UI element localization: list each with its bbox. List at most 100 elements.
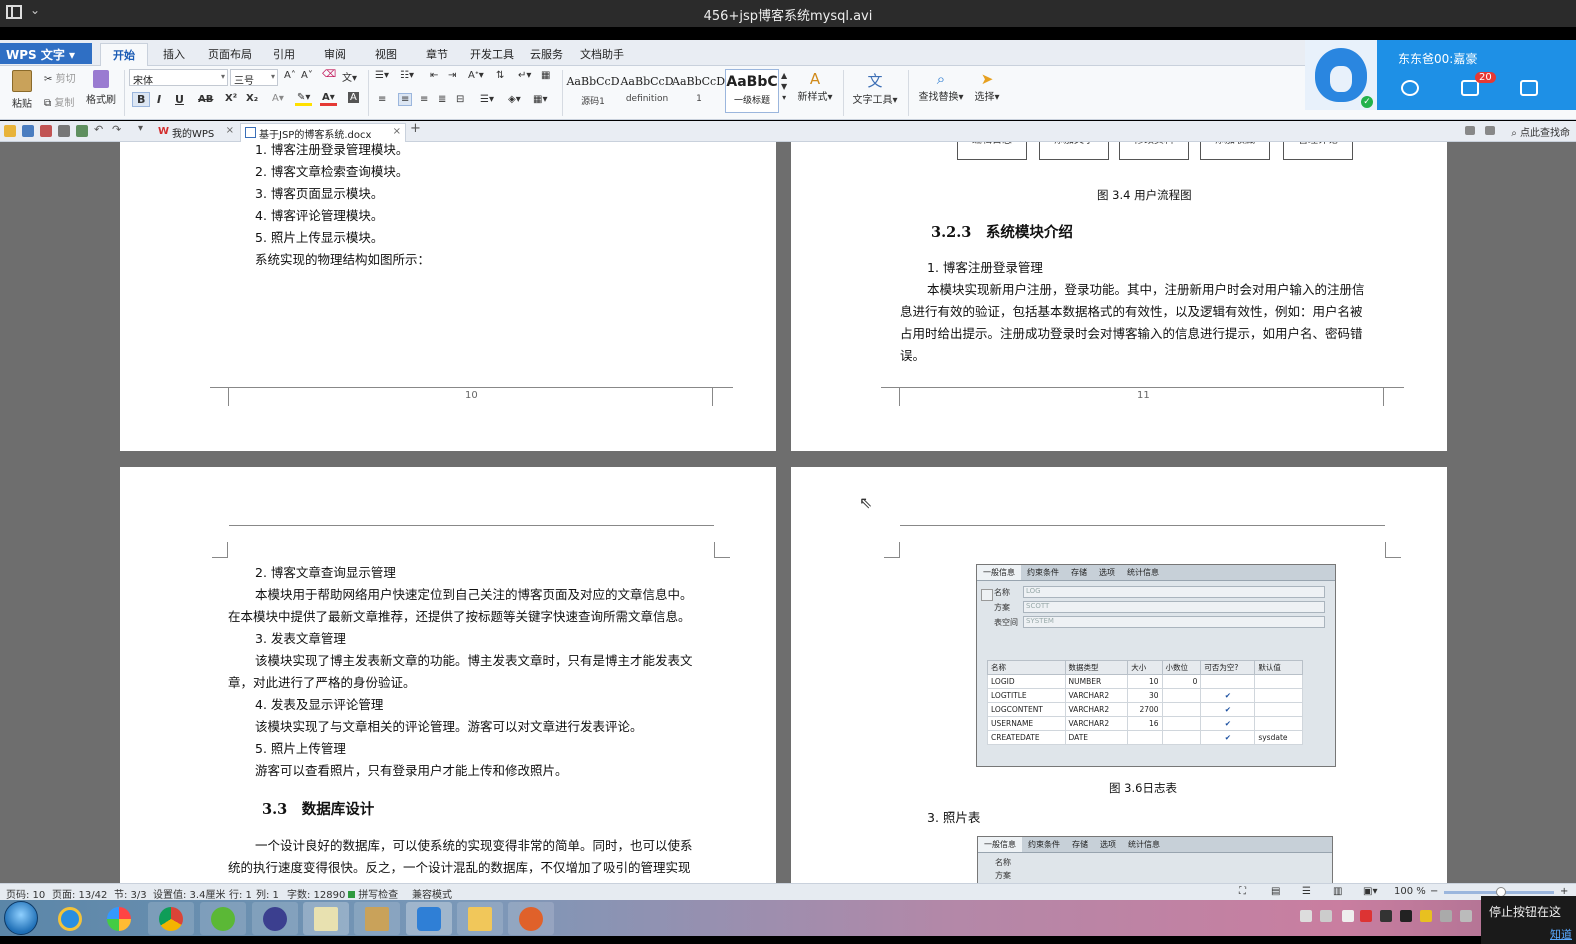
line-spacing-icon[interactable]: ☰▾ — [480, 94, 494, 105]
increase-indent-icon[interactable]: ⇥ — [448, 70, 456, 81]
align-left-icon[interactable]: ≡ — [378, 94, 386, 105]
font-name-select[interactable]: 宋体 ▾ — [129, 69, 228, 87]
tab-cloud[interactable]: 云服务 — [530, 46, 563, 62]
copy-button[interactable]: ⧉ 复制 — [44, 94, 74, 109]
pen-icon[interactable] — [1320, 910, 1332, 922]
volume-icon[interactable] — [1460, 910, 1472, 922]
status-word-count[interactable]: 字数: 12890 — [287, 886, 345, 901]
close-icon[interactable]: × — [226, 125, 234, 136]
distribute-icon[interactable]: ⊟ — [456, 94, 464, 105]
page-view-icon[interactable]: ▤ — [1271, 886, 1280, 897]
strikethrough-button[interactable]: AB — [198, 94, 213, 105]
clock-icon[interactable] — [1401, 80, 1419, 96]
justify-icon[interactable]: ≣ — [438, 94, 446, 105]
align-right-icon[interactable]: ≡ — [420, 94, 428, 105]
font-color-icon[interactable]: A▾ — [320, 92, 337, 106]
taskbar-explorer[interactable] — [457, 902, 503, 935]
page-10[interactable]: 1. 博客注册登录管理模块。 2. 博客文章检索查询模块。 3. 博客页面显示模… — [120, 142, 776, 451]
mic-icon[interactable] — [1342, 910, 1354, 922]
grow-font-icon[interactable]: A˄ — [284, 70, 296, 81]
taskbar-editor[interactable] — [200, 902, 246, 935]
qq-icon[interactable] — [1380, 910, 1392, 922]
decrease-indent-icon[interactable]: ⇤ — [430, 70, 438, 81]
print-preview-icon[interactable] — [76, 125, 88, 137]
outline-view-icon[interactable]: ☰ — [1302, 886, 1311, 897]
text-direction-icon[interactable]: Aᐩ▾ — [468, 70, 484, 81]
taskbar-chrome[interactable] — [148, 902, 194, 935]
taskbar-eclipse[interactable] — [252, 902, 298, 935]
shrink-font-icon[interactable]: A˅ — [301, 70, 313, 81]
new-tab-icon[interactable]: + — [410, 121, 422, 136]
open-folder-icon[interactable] — [4, 125, 16, 137]
doc-tab-blog-system[interactable]: 基于JSP的博客系统.docx × — [240, 123, 406, 142]
page-13[interactable]: 一般信息 约束条件 存储 选项 统计信息 名称 LOG 方案 SCOTT 表空间 SYS… — [791, 467, 1447, 883]
calendar-icon[interactable] — [1520, 80, 1538, 96]
page-12[interactable]: 2. 博客文章查询显示管理 本模块用于帮助网络用户快速定位到自己关注的博客页面及… — [120, 467, 776, 883]
skin-icon[interactable] — [1485, 126, 1495, 135]
shading-icon[interactable]: ◈▾ — [508, 94, 521, 105]
mail-icon[interactable] — [1461, 80, 1479, 96]
borders-icon[interactable]: ▦▾ — [533, 94, 547, 105]
align-center-icon[interactable]: ≡ — [398, 93, 413, 106]
taskbar-wps[interactable] — [406, 902, 452, 935]
full-screen-icon[interactable]: ⛶ — [1239, 886, 1246, 897]
numbered-list-icon[interactable]: ☷▾ — [400, 70, 414, 81]
spell-check-toggle[interactable]: 拼写检查 — [348, 886, 398, 901]
web-view-icon[interactable]: ▥ — [1333, 886, 1342, 897]
save-icon[interactable] — [22, 125, 34, 137]
bold-button[interactable]: B — [132, 92, 151, 107]
doc-tab-mywps[interactable]: W 我的WPS × — [154, 123, 238, 142]
tab-chapter[interactable]: 章节 — [426, 46, 448, 62]
bullet-list-icon[interactable]: ☰▾ — [375, 70, 389, 81]
cut-button[interactable]: ✂ 剪切 — [44, 70, 76, 85]
print-icon[interactable] — [58, 125, 70, 137]
find-replace-button[interactable]: ⌕ 查找替换▾ — [916, 70, 966, 103]
redo-icon[interactable]: ↷ — [112, 123, 124, 136]
reading-view-icon[interactable]: ▣▾ — [1363, 886, 1377, 897]
table-icon[interactable]: ▦ — [541, 70, 550, 81]
style-scroll-icon[interactable]: ▲ ▼ ▾ — [781, 70, 787, 103]
tab-insert[interactable]: 插入 — [163, 46, 185, 62]
close-icon[interactable]: × — [393, 126, 401, 137]
phonetic-icon[interactable]: 文▾ — [342, 69, 357, 84]
text-effect-icon[interactable]: A▾ — [272, 93, 284, 104]
security-icon[interactable] — [1360, 910, 1372, 922]
undo-icon[interactable]: ↶ — [94, 123, 106, 136]
network-icon[interactable] — [1440, 910, 1452, 922]
style-source1[interactable]: AaBbCcD 源码1 — [566, 69, 620, 113]
tab-doc-assistant[interactable]: 文档助手 — [580, 46, 624, 62]
select-button[interactable]: ➤ 选择▾ — [972, 70, 1002, 103]
taskbar-ie[interactable] — [47, 902, 93, 935]
qq-icon-2[interactable] — [1400, 910, 1412, 922]
new-style-button[interactable]: A 新样式▾ — [795, 70, 835, 103]
char-shading-icon[interactable]: A — [348, 92, 359, 103]
style-definition[interactable]: AaBbCcD definition — [620, 69, 674, 113]
zoom-slider[interactable] — [1444, 887, 1554, 897]
export-pdf-icon[interactable] — [40, 125, 52, 137]
app-tray-icon[interactable] — [1420, 910, 1432, 922]
format-painter-button[interactable]: 格式刷 — [86, 70, 116, 106]
document-canvas[interactable]: 1. 博客注册登录管理模块。 2. 博客文章检索查询模块。 3. 博客页面显示模… — [0, 142, 1576, 883]
tab-developer[interactable]: 开发工具 — [470, 46, 514, 62]
tab-start[interactable]: 开始 — [100, 43, 148, 66]
taskbar-app[interactable] — [96, 902, 142, 935]
paste-button[interactable]: 粘贴 — [8, 70, 36, 110]
feedback-icon[interactable] — [1465, 126, 1475, 135]
command-search[interactable]: ⌕ 点此查找命 — [1511, 124, 1570, 139]
notification-popup[interactable]: ✓ 东东爸00:嘉豪 20 — [1305, 40, 1576, 110]
highlight-icon[interactable]: ✎▾ — [295, 92, 313, 106]
superscript-button[interactable]: X² — [225, 93, 237, 104]
tab-review[interactable]: 审阅 — [324, 46, 346, 62]
show-marks-icon[interactable]: ↵▾ — [518, 70, 531, 81]
taskbar-chart-app[interactable] — [303, 902, 349, 935]
taskbar-recorder[interactable] — [508, 902, 554, 935]
font-size-select[interactable]: 三号 ▾ — [230, 69, 278, 87]
keyboard-icon[interactable] — [1300, 910, 1312, 922]
style-1[interactable]: AaBbCcDd 1 — [672, 69, 726, 113]
taskbar-tool[interactable] — [354, 902, 400, 935]
tooltip-link[interactable]: 知道 — [1550, 926, 1572, 942]
sort-icon[interactable]: ⇅ — [496, 70, 504, 81]
zoom-out-icon[interactable]: − — [1430, 886, 1438, 897]
quick-access-menu-icon[interactable]: ▾ — [138, 123, 150, 135]
tab-page-layout[interactable]: 页面布局 — [208, 46, 252, 62]
